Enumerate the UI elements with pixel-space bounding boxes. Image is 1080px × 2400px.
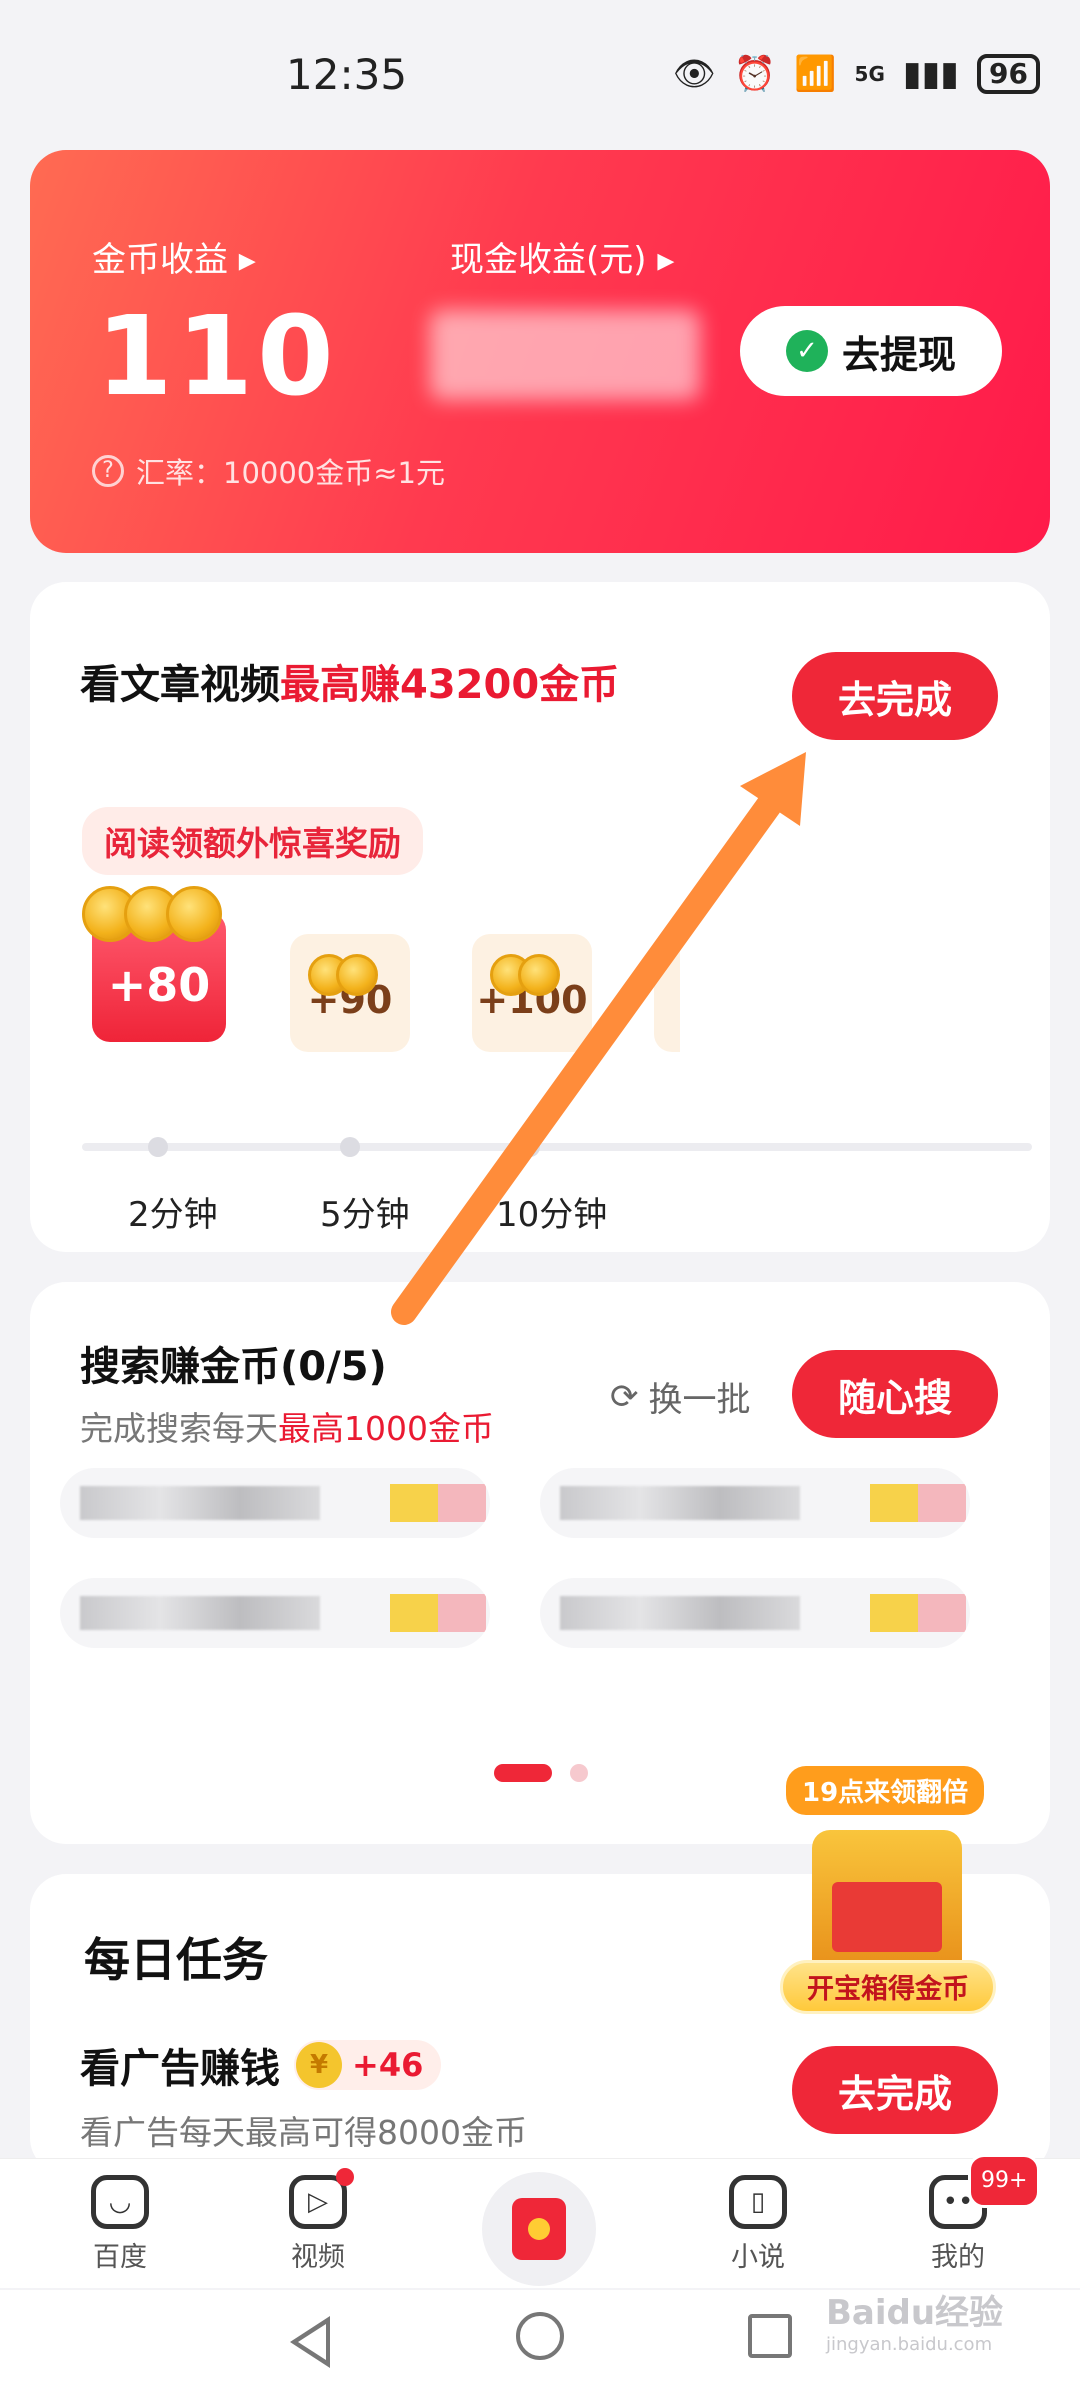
search-task-subtitle: 完成搜索每天最高1000金币 [80,1409,494,1448]
withdraw-label: 去提现 [841,332,956,377]
help-icon[interactable]: ? [92,455,124,487]
search-button[interactable]: 随心搜 [792,1350,998,1438]
coin-icon: ¥ [296,2042,342,2088]
coin-stack-icon [308,954,378,996]
reading-progress-track [82,1143,1032,1151]
ad-task-desc: 看广告每天最高可得8000金币 [80,2113,527,2152]
nav-item-novel[interactable]: ▯ 小说 [698,2175,818,2274]
nav-item-mine[interactable]: •• 99+ 我的 [898,2154,1041,2274]
baidu-face-icon: ◡ [91,2175,149,2229]
coin-stack-icon [490,954,560,996]
search-suggestion[interactable] [540,1468,970,1538]
red-envelope-button[interactable] [482,2172,596,2286]
nav-item-baidu[interactable]: ◡ 百度 [60,2175,180,2274]
profile-face-icon: •• 99+ [929,2154,1041,2229]
book-icon: ▯ [729,2175,787,2229]
ad-task-title: 看广告赚钱 [80,2046,280,2092]
article-task-card: 看文章视频最高赚43200金币 去完成 阅读领额外惊喜奖励 +80 +90 +1… [30,582,1050,1252]
coin-stack-icon [82,886,222,942]
treasure-badge: 19点来领翻倍 [786,1766,985,1815]
coin-earnings-value: 110 [96,292,338,420]
bonus-tag: 阅读领额外惊喜奖励 [82,807,423,875]
recents-icon[interactable] [748,2314,792,2358]
status-time: 12:35 [286,50,408,99]
signal-icon: ▮▮▮ [902,54,960,94]
search-suggestion[interactable] [540,1578,970,1648]
cash-earnings-value-blurred [430,310,700,400]
watermark-url: jingyan.baidu.com [826,2334,993,2355]
refresh-button[interactable]: ⟳ 换一批 [610,1372,751,1421]
coin-earnings-label[interactable]: 金币收益 ▸ [92,232,256,281]
article-complete-button[interactable]: 去完成 [792,652,998,740]
wifi-icon: 📶 [794,54,837,94]
progress-dot [148,1137,168,1157]
article-task-title: 看文章视频最高赚43200金币 [80,662,620,708]
progress-dot [520,1137,540,1157]
search-task-title: 搜索赚金币(0/5) [80,1344,387,1390]
nav-item-video[interactable]: ▷ 视频 [258,2168,378,2274]
page-dot[interactable] [570,1764,588,1782]
reward-tile-2min[interactable]: +80 [82,886,226,1042]
alarm-icon: ⏰ [733,54,777,94]
time-label: 10分钟 [496,1195,608,1235]
refresh-icon: ⟳ [610,1376,639,1417]
earnings-card: 金币收益 ▸ 110 现金收益(元) ▸ ? 汇率：10000金币≈1元 ✓ 去… [30,150,1050,553]
reward-tile-10min[interactable]: +100 [472,934,592,1052]
time-label: 5分钟 [320,1195,410,1235]
cash-earnings-label[interactable]: 现金收益(元) ▸ [450,232,674,281]
progress-dot [340,1137,360,1157]
nav-label: 小说 [731,2242,785,2273]
daily-task-heading: 每日任务 [84,1933,268,1987]
exchange-rate: ? 汇率：10000金币≈1元 [92,450,445,492]
search-suggestion[interactable] [60,1468,490,1538]
nav-label: 视频 [291,2242,345,2273]
red-envelope-icon [512,2198,566,2260]
notification-badge: 99+ [968,2154,1041,2208]
home-icon[interactable] [516,2312,564,2360]
network-label: 5G [854,62,885,86]
wechat-icon: ✓ [785,330,828,372]
watermark: Baidu经验 jingyan.baidu.com [826,2285,1003,2355]
page-dot-active [494,1764,552,1782]
status-bar: 12:35 👁 ⏰ 📶 5G ▮▮▮ 96 [0,0,1080,140]
refresh-label: 换一批 [648,1380,751,1420]
nav-label: 百度 [93,2242,147,2273]
ad-task-reward: ¥ +46 [294,2040,442,2090]
status-icons: 👁 ⏰ 📶 5G ▮▮▮ 96 [673,54,1040,94]
ad-task: 看广告赚钱 ¥ +46 [80,2036,442,2094]
notification-dot [336,2168,354,2186]
play-icon: ▷ [289,2168,354,2229]
page-indicator [494,1764,588,1782]
reward-tile-5min[interactable]: +90 [290,934,410,1052]
eye-icon: 👁 [672,54,716,94]
battery-indicator: 96 [977,54,1040,94]
ad-complete-button[interactable]: 去完成 [792,2046,998,2134]
treasure-caption: 开宝箱得金币 [780,1960,996,2014]
withdraw-button[interactable]: ✓ 去提现 [740,306,1002,396]
exchange-rate-text: 汇率：10000金币≈1元 [136,456,446,490]
reward-amount: +80 [107,958,211,1012]
watermark-brand: Baidu经验 [826,2293,1004,2333]
back-icon[interactable] [290,2316,330,2368]
reward-tile-partial[interactable] [654,934,680,1052]
time-label: 2分钟 [128,1195,218,1235]
treasure-chest-icon [812,1830,962,1970]
search-suggestion[interactable] [60,1578,490,1648]
nav-label: 我的 [931,2242,985,2273]
treasure-chest-widget[interactable]: 19点来领翻倍 开宝箱得金币 [780,1760,1000,2030]
